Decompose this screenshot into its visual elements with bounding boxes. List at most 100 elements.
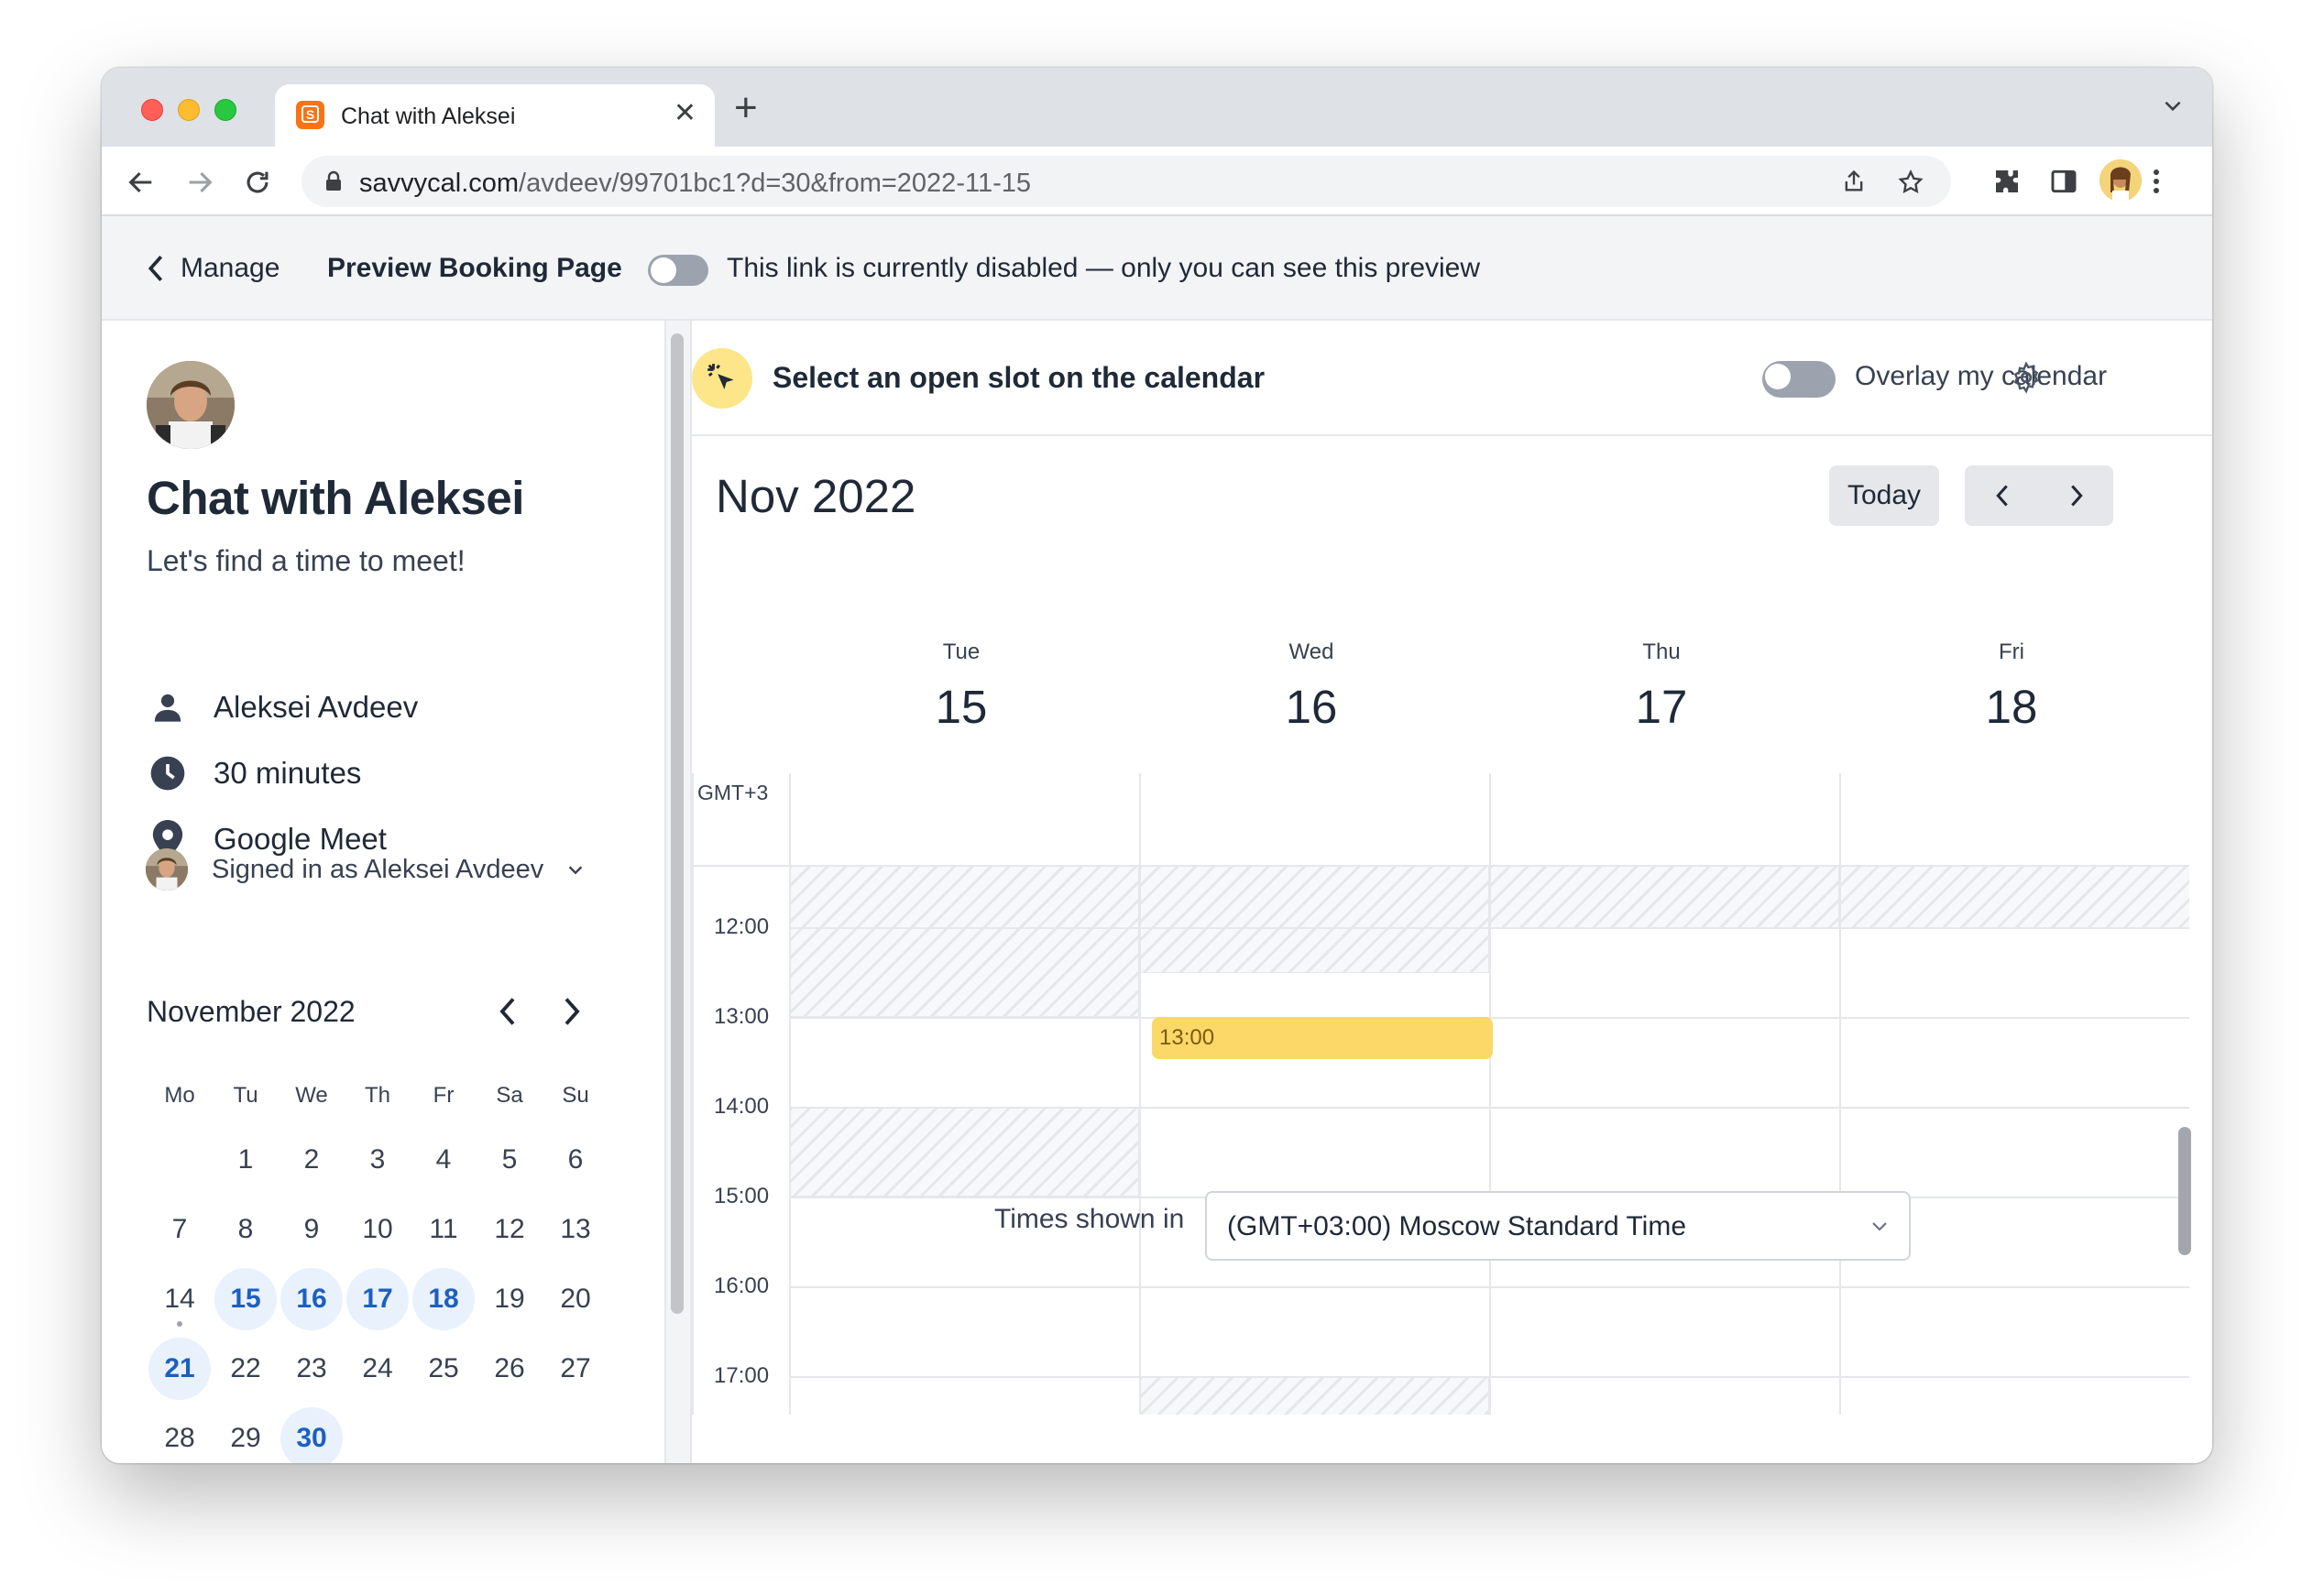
mini-day: 20 [560, 1284, 591, 1314]
forward-arrow-icon[interactable] [184, 167, 215, 198]
week-time-grid: GMT+3 12:00 13:00 14:00 15:00 16:00 17:0… [692, 773, 2189, 1415]
day-divider [789, 773, 791, 1415]
day-of-week: Tue [942, 639, 981, 664]
prev-week-button[interactable] [1965, 465, 2039, 526]
mini-day-available[interactable]: 15 [214, 1268, 277, 1330]
select-slot-prompt: Select an open slot on the calendar [773, 361, 1266, 394]
mini-calendar-grid: Mo Tu We Th Fr Sa Su 1 2 3 4 5 6 7 8 9 10 11 12 13 14 15 16 17… [147, 1083, 609, 1463]
chevron-right-icon [2070, 485, 2083, 507]
overlay-calendar-toggle[interactable] [1762, 361, 1836, 398]
mini-weekday-label: Sa [496, 1083, 523, 1108]
extensions-puzzle-icon[interactable] [1992, 167, 2022, 196]
time-label: 14:00 [714, 1094, 770, 1119]
close-tab-icon[interactable]: ✕ [674, 97, 696, 129]
link-enabled-toggle[interactable] [648, 255, 708, 286]
signed-in-label: Signed in as Aleksei Avdeev [212, 854, 544, 884]
new-tab-icon[interactable]: + [734, 88, 758, 128]
unavailable-block [1139, 865, 1489, 973]
time-label: 16:00 [714, 1274, 770, 1298]
manage-label: Manage [181, 253, 280, 283]
open-time-slot[interactable]: 13:00 [1152, 1017, 1493, 1059]
time-label: 17:00 [714, 1363, 770, 1388]
mini-day-available[interactable]: 17 [346, 1268, 409, 1330]
click-cursor-icon [692, 348, 752, 409]
mini-day: 11 [429, 1214, 458, 1244]
mini-day: 19 [494, 1284, 525, 1314]
unavailable-block [1139, 1376, 1489, 1415]
mini-day-available[interactable]: 16 [280, 1268, 343, 1330]
timezone-value: (GMT+03:00) Moscow Standard Time [1227, 1211, 1687, 1241]
signed-in-menu[interactable]: Signed in as Aleksei Avdeev [146, 848, 586, 891]
share-icon[interactable] [1841, 169, 1867, 194]
gear-icon[interactable] [2010, 361, 2043, 394]
mini-day: 27 [560, 1353, 591, 1383]
unavailable-block [1839, 865, 2189, 929]
reload-icon[interactable] [242, 167, 273, 198]
mini-day: 12 [494, 1214, 525, 1244]
mini-weekday-label: Tu [233, 1083, 258, 1108]
overlay-calendar-label: Overlay my calendar [1855, 361, 2108, 391]
mini-day-available[interactable]: 18 [412, 1268, 475, 1330]
mini-day: 14 [148, 1268, 211, 1330]
browser-menu-icon[interactable] [2151, 167, 2162, 196]
signed-in-avatar [146, 848, 188, 891]
mini-day: 10 [362, 1214, 393, 1244]
day-header-fri: Fri 18 [1837, 639, 2186, 734]
mini-day: 29 [230, 1423, 261, 1453]
mini-weekday-label: We [295, 1083, 328, 1108]
time-label: 12:00 [714, 914, 770, 939]
mini-weekday-label: Su [562, 1083, 589, 1108]
host-name: Aleksei Avdeev [214, 690, 419, 724]
time-label: 13:00 [714, 1004, 770, 1029]
mini-prev-month-icon[interactable] [494, 995, 521, 1028]
host-detail: Aleksei Avdeev [148, 687, 418, 727]
back-arrow-icon[interactable] [126, 167, 157, 198]
preview-title: Preview Booking Page [327, 253, 622, 283]
mini-day: 8 [237, 1214, 254, 1244]
browser-tab[interactable]: S Chat with Aleksei ✕ [275, 84, 715, 147]
mini-day: 26 [494, 1353, 525, 1383]
mini-day: 6 [567, 1144, 584, 1175]
address-bar[interactable]: savvycal.com/avdeev/99701bc1?d=30&from=2… [301, 156, 1951, 207]
day-divider [1839, 773, 1841, 1415]
tab-search-chevron-icon[interactable] [2161, 93, 2185, 117]
unavailable-block [789, 1107, 1139, 1197]
mini-day-available[interactable]: 21 [148, 1338, 211, 1400]
day-header-tue: Tue 15 [787, 639, 1135, 734]
today-button[interactable]: Today [1829, 465, 1939, 526]
manage-back-link[interactable]: Manage [146, 253, 280, 284]
timezone-select[interactable]: (GMT+03:00) Moscow Standard Time [1205, 1191, 1911, 1261]
day-number: 17 [1635, 681, 1688, 733]
duration-value: 30 minutes [214, 756, 362, 790]
maximize-window-button[interactable] [214, 99, 236, 121]
close-window-button[interactable] [141, 99, 163, 121]
time-grid-scrollbar-thumb[interactable] [2178, 1127, 2191, 1255]
mini-day: 28 [164, 1423, 195, 1453]
mini-weekday-row: Mo Tu We Th Fr Sa Su [147, 1083, 609, 1109]
day-divider [1139, 773, 1141, 1415]
disabled-message: This link is currently disabled — only y… [727, 253, 1481, 283]
select-slot-bar: Select an open slot on the calendar Over… [692, 321, 2212, 436]
event-title: Chat with Aleksei [147, 472, 524, 524]
timezone-footer [692, 1415, 2212, 1463]
mini-next-month-icon[interactable] [558, 995, 586, 1028]
day-divider [1489, 773, 1491, 1415]
left-panel-scrollbar-thumb[interactable] [671, 333, 684, 1314]
preview-header: Manage Preview Booking Page This link is… [102, 216, 2212, 321]
times-shown-label: Times shown in [994, 1204, 1185, 1234]
tab-title: Chat with Aleksei [341, 104, 516, 129]
mini-day: 13 [560, 1214, 591, 1244]
day-of-week: Thu [1642, 639, 1681, 664]
hour-line [694, 865, 2189, 867]
next-week-button[interactable] [2039, 465, 2113, 526]
day-header-thu: Thu 17 [1487, 639, 1836, 734]
minimize-window-button[interactable] [178, 99, 200, 121]
side-panel-icon[interactable] [2049, 167, 2078, 196]
day-number: 15 [935, 681, 988, 733]
bookmark-star-icon[interactable] [1897, 169, 1924, 196]
person-icon [148, 687, 188, 727]
profile-avatar[interactable] [2099, 159, 2142, 202]
lock-icon [326, 170, 341, 191]
mini-day: 25 [428, 1353, 459, 1383]
mini-day-available[interactable]: 30 [280, 1407, 343, 1463]
